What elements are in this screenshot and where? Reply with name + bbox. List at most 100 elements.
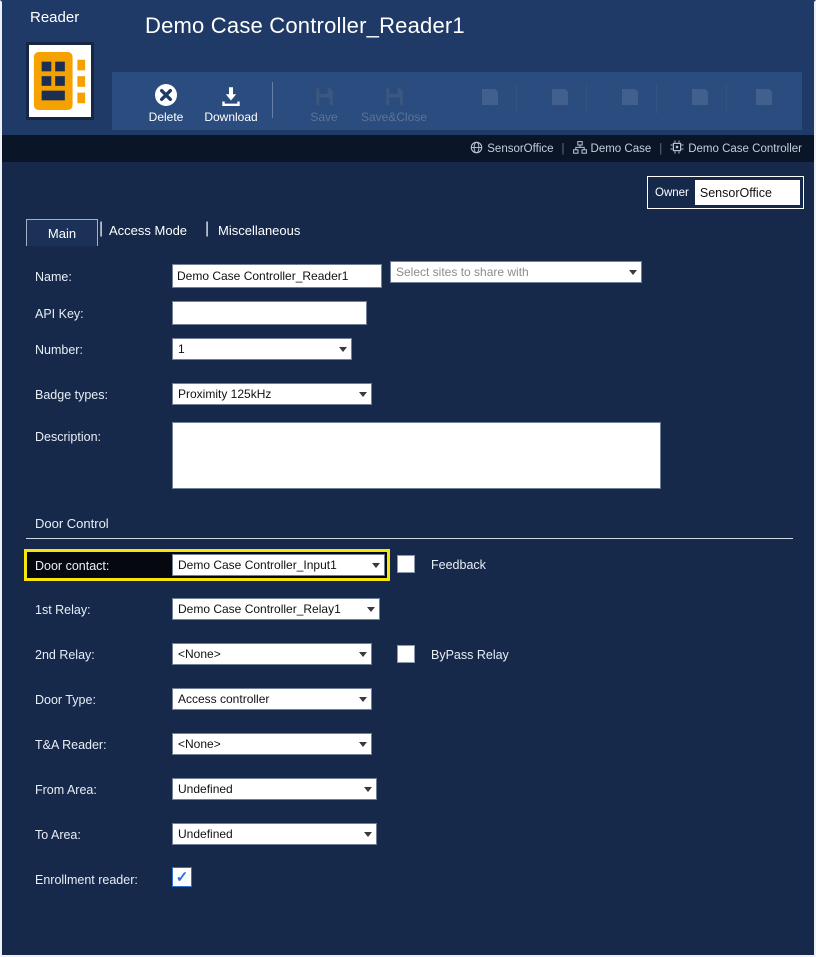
first-relay-value: Demo Case Controller_Relay1	[178, 602, 341, 616]
chevron-down-icon	[354, 734, 371, 754]
from-area-dropdown[interactable]: Undefined	[172, 778, 377, 800]
api-key-input[interactable]	[172, 301, 367, 325]
delete-icon	[134, 80, 198, 108]
globe-icon	[470, 141, 483, 157]
from-area-label: From Area:	[35, 783, 97, 797]
breadcrumb: SensorOffice | Demo Case | Demo Case Con…	[2, 135, 814, 162]
download-label: Download	[204, 110, 258, 124]
download-button[interactable]: Download	[199, 80, 263, 124]
tab-access-mode[interactable]: Access Mode	[109, 223, 187, 238]
owner-value[interactable]: SensorOffice	[694, 180, 800, 205]
section-divider	[26, 538, 793, 539]
number-label: Number:	[35, 343, 83, 357]
toolbar-separator	[656, 84, 657, 114]
to-area-value: Undefined	[178, 827, 233, 841]
name-input[interactable]	[172, 264, 382, 288]
toolbar-separator	[272, 82, 273, 118]
second-relay-label: 2nd Relay:	[35, 648, 95, 662]
breadcrumb-separator: |	[561, 142, 565, 155]
chevron-down-icon	[354, 644, 371, 664]
page-title: Demo Case Controller_Reader1	[145, 13, 465, 38]
badge-types-dropdown[interactable]: Proximity 125kHz	[172, 383, 372, 405]
door-contact-highlight: Door contact: Demo Case Controller_Input…	[24, 549, 390, 581]
breadcrumb-label: Demo Case Controller	[688, 142, 802, 155]
tab-separator: |	[205, 220, 210, 237]
header: Reader Demo Case Controller_Reader1 Dele…	[2, 2, 814, 135]
to-area-dropdown[interactable]: Undefined	[172, 823, 377, 845]
badge-types-value: Proximity 125kHz	[178, 387, 272, 401]
disabled-toolbar-icon	[540, 80, 580, 108]
enrollment-reader-checkbox[interactable]	[172, 867, 192, 887]
door-contact-label: Door contact:	[35, 559, 110, 573]
save-icon	[294, 80, 354, 108]
reader-window: Reader Demo Case Controller_Reader1 Dele…	[0, 0, 816, 957]
second-relay-value: <None>	[178, 647, 221, 661]
door-type-value: Access controller	[178, 692, 270, 706]
feedback-checkbox[interactable]	[397, 555, 415, 573]
disabled-toolbar-icon	[680, 80, 720, 108]
from-area-value: Undefined	[178, 782, 233, 796]
chevron-down-icon	[334, 339, 351, 359]
badge-types-label: Badge types:	[35, 388, 108, 402]
toolbar-separator	[516, 84, 517, 114]
ta-reader-value: <None>	[178, 737, 221, 751]
share-sites-dropdown[interactable]: Select sites to share with	[390, 261, 642, 283]
door-contact-dropdown[interactable]: Demo Case Controller_Input1	[172, 554, 385, 576]
door-control-heading: Door Control	[35, 516, 109, 531]
door-type-dropdown[interactable]: Access controller	[172, 688, 372, 710]
bypass-relay-label: ByPass Relay	[431, 648, 509, 662]
feedback-label: Feedback	[431, 558, 486, 572]
download-icon	[199, 80, 263, 108]
number-value: 1	[178, 342, 185, 356]
tab-separator: |	[99, 220, 104, 237]
number-dropdown[interactable]: 1	[172, 338, 352, 360]
reader-app-icon	[26, 42, 94, 120]
save-button[interactable]: Save	[294, 80, 354, 124]
delete-button[interactable]: Delete	[134, 80, 198, 124]
chevron-down-icon	[624, 262, 641, 282]
enrollment-reader-label: Enrollment reader:	[35, 873, 138, 887]
save-close-button[interactable]: Save&Close	[357, 80, 431, 124]
tab-main[interactable]: Main	[26, 219, 98, 246]
chevron-down-icon	[359, 779, 376, 799]
breadcrumb-separator: |	[659, 142, 663, 155]
save-close-icon	[357, 80, 431, 108]
description-textarea[interactable]	[172, 422, 661, 489]
ta-reader-label: T&A Reader:	[35, 738, 107, 752]
disabled-toolbar-icon	[610, 80, 650, 108]
chevron-down-icon	[362, 599, 379, 619]
first-relay-label: 1st Relay:	[35, 603, 91, 617]
owner-field-group: Owner SensorOffice	[647, 176, 804, 209]
name-label: Name:	[35, 270, 72, 284]
share-sites-placeholder: Select sites to share with	[396, 265, 529, 279]
bypass-relay-checkbox[interactable]	[397, 645, 415, 663]
door-type-label: Door Type:	[35, 693, 96, 707]
chevron-down-icon	[354, 689, 371, 709]
breadcrumb-item-demo-case-controller[interactable]: Demo Case Controller	[670, 140, 802, 157]
chevron-down-icon	[354, 384, 371, 404]
breadcrumb-item-sensoroffice[interactable]: SensorOffice	[470, 141, 554, 157]
api-key-label: API Key:	[35, 307, 84, 321]
to-area-label: To Area:	[35, 828, 81, 842]
toolbar-separator	[726, 84, 727, 114]
ta-reader-dropdown[interactable]: <None>	[172, 733, 372, 755]
app-label: Reader	[30, 9, 80, 26]
owner-label: Owner	[655, 186, 689, 199]
second-relay-dropdown[interactable]: <None>	[172, 643, 372, 665]
delete-label: Delete	[148, 110, 184, 124]
door-contact-value: Demo Case Controller_Input1	[178, 558, 337, 572]
toolbar-separator	[586, 84, 587, 114]
breadcrumb-label: SensorOffice	[487, 142, 554, 155]
save-label: Save	[310, 110, 338, 124]
disabled-toolbar-icon	[744, 80, 784, 108]
breadcrumb-item-demo-case[interactable]: Demo Case	[572, 140, 652, 157]
breadcrumb-label: Demo Case	[590, 142, 652, 155]
chevron-down-icon	[359, 824, 376, 844]
first-relay-dropdown[interactable]: Demo Case Controller_Relay1	[172, 598, 380, 620]
tab-miscellaneous[interactable]: Miscellaneous	[218, 223, 300, 238]
controller-chip-icon	[670, 140, 684, 157]
sitemap-icon	[572, 140, 587, 157]
save-close-label: Save&Close	[360, 110, 428, 124]
chevron-down-icon	[367, 555, 384, 575]
description-label: Description:	[35, 430, 101, 444]
